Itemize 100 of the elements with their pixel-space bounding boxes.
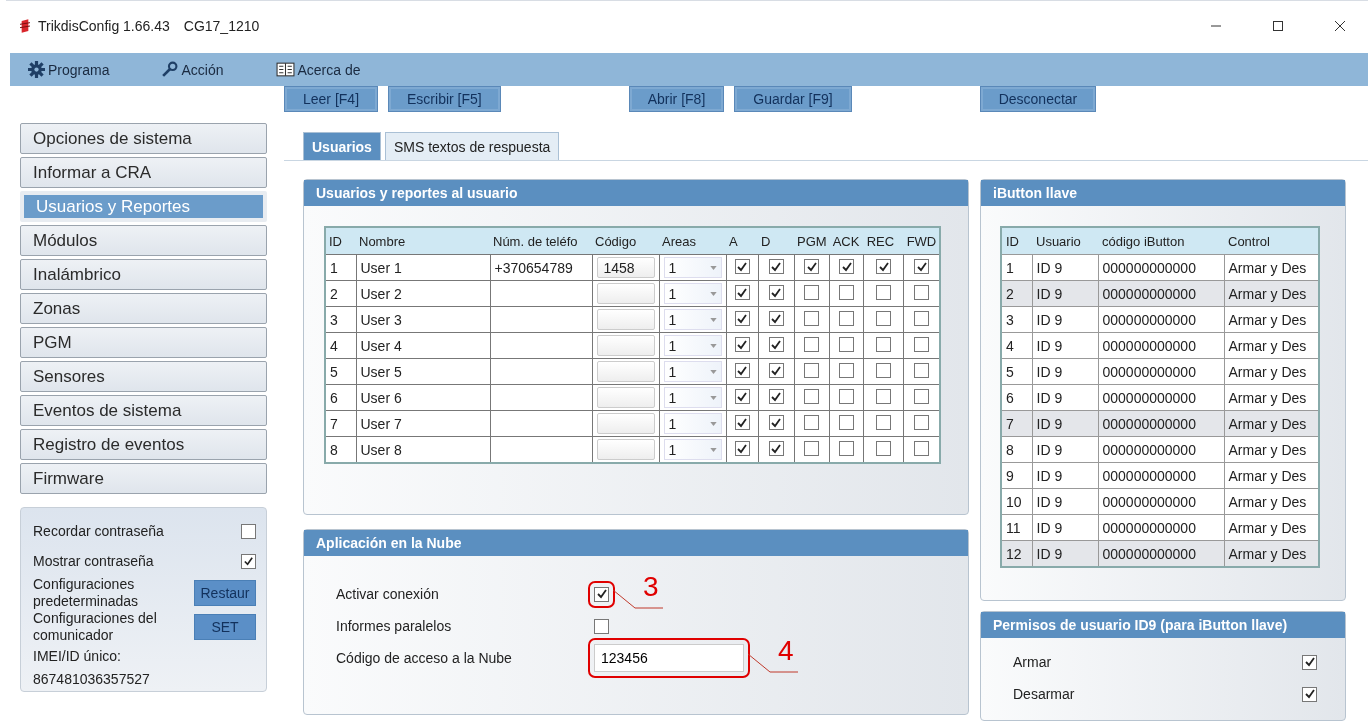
checkbox[interactable] bbox=[734, 363, 750, 379]
checkbox[interactable] bbox=[876, 362, 892, 378]
checkbox[interactable] bbox=[914, 310, 930, 326]
checkbox[interactable] bbox=[914, 259, 930, 275]
checkbox[interactable] bbox=[734, 311, 750, 327]
sidebar-item[interactable]: Informar a CRA bbox=[20, 157, 267, 188]
checkbox[interactable] bbox=[876, 284, 892, 300]
tab[interactable]: SMS textos de respuesta bbox=[384, 132, 560, 160]
menu-item[interactable]: Programa bbox=[28, 61, 110, 78]
checkbox[interactable] bbox=[876, 336, 892, 352]
checkbox[interactable] bbox=[804, 440, 820, 456]
table-row[interactable]: 5 ID 9 000000000000 Armar y Des bbox=[1001, 358, 1319, 385]
table-row[interactable]: 2 ID 9 000000000000 Armar y Des bbox=[1001, 280, 1319, 307]
sidebar-item[interactable]: Sensores bbox=[20, 361, 267, 392]
checkbox[interactable] bbox=[839, 284, 855, 300]
toolbar-button[interactable]: Guardar [F9] bbox=[734, 86, 852, 112]
checkbox[interactable] bbox=[241, 553, 256, 569]
checkbox[interactable] bbox=[876, 259, 892, 275]
checkbox[interactable] bbox=[804, 336, 820, 352]
checkbox[interactable] bbox=[804, 414, 820, 430]
sidebar-item[interactable]: Eventos de sistema bbox=[20, 395, 267, 426]
checkbox[interactable] bbox=[876, 388, 892, 404]
checkbox[interactable] bbox=[914, 336, 930, 352]
table-row[interactable]: 3 ID 9 000000000000 Armar y Des bbox=[1001, 306, 1319, 333]
checkbox[interactable] bbox=[914, 414, 930, 430]
checkbox[interactable] bbox=[768, 259, 784, 275]
checkbox[interactable] bbox=[241, 523, 256, 539]
checkbox[interactable] bbox=[839, 362, 855, 378]
menu-item[interactable]: Acerca de bbox=[275, 61, 361, 78]
areas-dropdown[interactable]: 1 bbox=[663, 439, 722, 460]
checkbox[interactable] bbox=[734, 389, 750, 405]
checkbox[interactable] bbox=[1302, 686, 1317, 702]
sidebar-item[interactable]: Registro de eventos bbox=[20, 429, 267, 460]
checkbox[interactable] bbox=[914, 440, 930, 456]
table-row[interactable]: 4 ID 9 000000000000 Armar y Des bbox=[1001, 332, 1319, 359]
code-field[interactable] bbox=[596, 335, 655, 356]
checkbox[interactable] bbox=[768, 441, 784, 457]
code-field[interactable] bbox=[596, 413, 655, 434]
areas-dropdown[interactable]: 1 bbox=[663, 361, 722, 382]
checkbox[interactable] bbox=[734, 285, 750, 301]
table-row[interactable]: 9 ID 9 000000000000 Armar y Des bbox=[1001, 462, 1319, 489]
checkbox[interactable] bbox=[914, 362, 930, 378]
menu-item[interactable]: Acción bbox=[161, 61, 224, 78]
checkbox[interactable] bbox=[914, 388, 930, 404]
code-field[interactable] bbox=[596, 309, 655, 330]
option-button[interactable]: SET bbox=[194, 614, 256, 640]
checkbox[interactable] bbox=[876, 414, 892, 430]
checkbox[interactable] bbox=[804, 284, 820, 300]
input-field[interactable]: 123456 bbox=[594, 644, 744, 672]
table-row[interactable]: 10 ID 9 000000000000 Armar y Des bbox=[1001, 488, 1319, 515]
code-field[interactable] bbox=[596, 387, 655, 408]
checkbox[interactable] bbox=[876, 440, 892, 456]
checkbox[interactable] bbox=[594, 618, 609, 634]
areas-dropdown[interactable]: 1 bbox=[663, 257, 722, 278]
table-row[interactable]: 7 ID 9 000000000000 Armar y Des bbox=[1001, 410, 1319, 437]
close-icon[interactable] bbox=[1334, 20, 1346, 32]
option-button[interactable]: Restaur bbox=[194, 580, 256, 606]
checkbox[interactable] bbox=[734, 259, 750, 275]
checkbox[interactable] bbox=[839, 414, 855, 430]
checkbox[interactable] bbox=[839, 310, 855, 326]
areas-dropdown[interactable]: 1 bbox=[663, 309, 722, 330]
toolbar-button[interactable]: Abrir [F8] bbox=[628, 86, 725, 112]
areas-dropdown[interactable]: 1 bbox=[663, 283, 722, 304]
checkbox[interactable] bbox=[914, 284, 930, 300]
checkbox[interactable] bbox=[804, 388, 820, 404]
checkbox[interactable] bbox=[768, 363, 784, 379]
code-field[interactable] bbox=[596, 283, 655, 304]
sidebar-item[interactable]: Módulos bbox=[20, 225, 267, 256]
sidebar-item[interactable]: Opciones de sistema bbox=[20, 123, 267, 154]
sidebar-item[interactable]: Firmware bbox=[20, 463, 267, 494]
checkbox[interactable] bbox=[839, 336, 855, 352]
sidebar-item[interactable]: Inalámbrico bbox=[20, 259, 267, 290]
areas-dropdown[interactable]: 1 bbox=[663, 335, 722, 356]
checkbox[interactable] bbox=[839, 440, 855, 456]
toolbar-button[interactable]: Leer [F4] bbox=[284, 86, 379, 112]
checkbox[interactable] bbox=[768, 389, 784, 405]
checkbox[interactable] bbox=[768, 311, 784, 327]
checkbox[interactable] bbox=[768, 337, 784, 353]
checkbox[interactable] bbox=[734, 337, 750, 353]
toolbar-button[interactable]: Escribir [F5] bbox=[388, 86, 501, 112]
checkbox[interactable] bbox=[839, 259, 855, 275]
toolbar-button[interactable]: Desconectar bbox=[979, 86, 1097, 112]
areas-dropdown[interactable]: 1 bbox=[663, 387, 722, 408]
checkbox[interactable] bbox=[804, 259, 820, 275]
code-field[interactable] bbox=[596, 361, 655, 382]
table-row[interactable]: 6 ID 9 000000000000 Armar y Des bbox=[1001, 384, 1319, 411]
maximize-icon[interactable] bbox=[1272, 20, 1284, 32]
checkbox[interactable] bbox=[734, 441, 750, 457]
checkbox[interactable] bbox=[839, 388, 855, 404]
checkbox[interactable] bbox=[804, 310, 820, 326]
sidebar-item[interactable]: Zonas bbox=[20, 293, 267, 324]
code-field[interactable]: 1458 bbox=[596, 257, 655, 278]
areas-dropdown[interactable]: 1 bbox=[663, 413, 722, 434]
checkbox[interactable] bbox=[1302, 654, 1317, 670]
checkbox[interactable] bbox=[768, 415, 784, 431]
checkbox[interactable] bbox=[768, 285, 784, 301]
checkbox[interactable] bbox=[734, 415, 750, 431]
checkbox[interactable] bbox=[804, 362, 820, 378]
code-field[interactable] bbox=[596, 439, 655, 460]
checkbox[interactable] bbox=[876, 310, 892, 326]
